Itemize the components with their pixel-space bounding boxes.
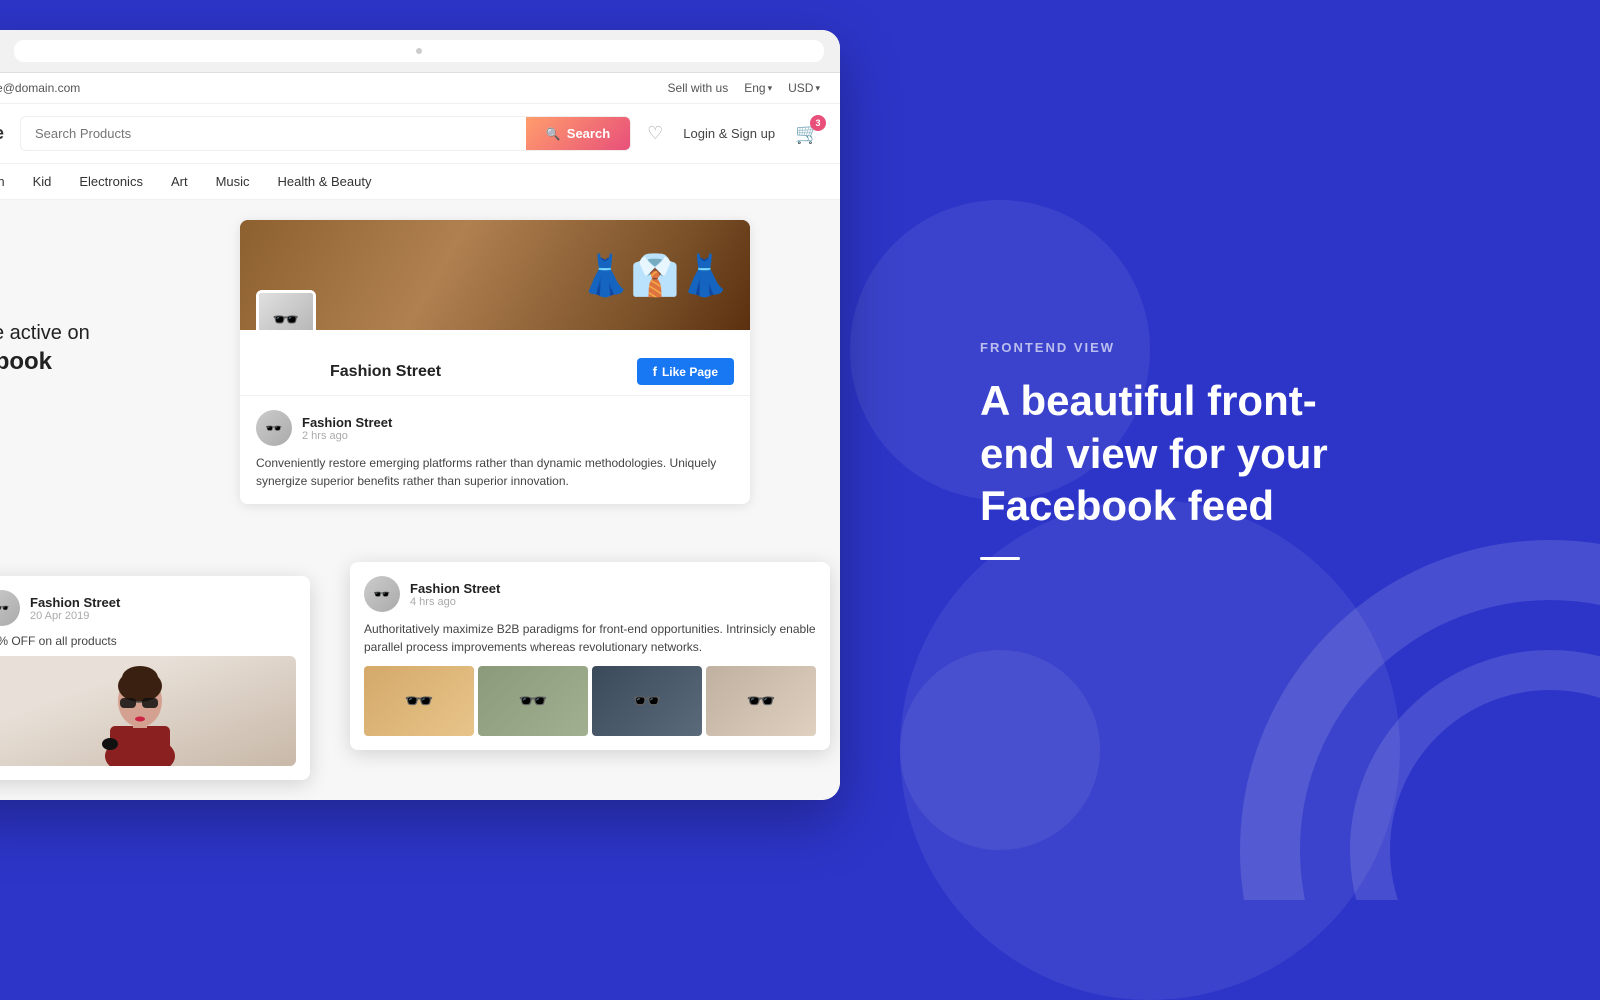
floating-post-2-avatar: 🕶️	[364, 576, 400, 612]
fb-profile-picture: 🕶️	[256, 290, 316, 330]
post-1-time: 2 hrs ago	[302, 430, 392, 442]
store-nav: Women Kid Electronics Art Music Health &…	[0, 164, 840, 200]
post-1-text: Conveniently restore emerging platforms …	[256, 454, 734, 490]
discount-text: 50% OFF on all products	[0, 634, 296, 648]
cart-badge: 3	[810, 115, 826, 131]
wishlist-icon[interactable]: ♡	[647, 123, 663, 144]
browser-area: johndoe@domain.com Sell with us Eng ▾ US…	[0, 0, 900, 900]
facebook-icon: f	[653, 364, 657, 379]
search-wrapper: 🔍 Search	[20, 116, 631, 151]
wave-decoration	[1200, 500, 1600, 900]
nav-item-women[interactable]: Women	[0, 174, 5, 189]
topbar-right: Sell with us Eng ▾ USD ▾	[668, 81, 820, 95]
right-panel: FRONTEND VIEW A beautiful front-end view…	[900, 0, 1600, 900]
language-selector[interactable]: Eng ▾	[744, 81, 772, 95]
post-1-author: Fashion Street	[302, 415, 392, 430]
floating-post-2-text: Authoritatively maximize B2B paradigms f…	[364, 620, 816, 656]
header-right: ♡ Login & Sign up 🛒 3	[647, 121, 820, 146]
store-header: store 🔍 Search ♡ Login & Sign up 🛒 3	[0, 104, 840, 164]
floating-post-1-avatar: 🕶️	[0, 590, 20, 626]
divider-line	[980, 557, 1020, 560]
floating-post-card-1: 🕶️ Fashion Street 20 Apr 2019 50% OFF on…	[0, 576, 310, 780]
search-icon: 🔍	[546, 127, 561, 141]
cart-wrapper[interactable]: 🛒 3	[795, 121, 820, 146]
post-image-2: 🕶️	[478, 666, 588, 736]
topbar-email: johndoe@domain.com	[0, 81, 80, 95]
sunglasses-icon: 🕶️	[272, 307, 299, 330]
fb-profile-inner: 🕶️	[259, 293, 313, 330]
browser-window: johndoe@domain.com Sell with us Eng ▾ US…	[0, 30, 840, 800]
clothing-rack-illustration: 👗👔👗	[240, 220, 750, 330]
woman-illustration	[0, 656, 296, 766]
store-logo: store	[0, 123, 4, 144]
url-dot	[416, 48, 422, 54]
facebook-widget: 👗👔👗 🕶️ Fashion Street f Like Page	[240, 220, 750, 504]
post-1-meta: Fashion Street 2 hrs ago	[302, 415, 392, 442]
fb-like-button[interactable]: f Like Page	[637, 358, 734, 385]
lang-chevron-icon: ▾	[768, 83, 773, 94]
nav-item-art[interactable]: Art	[171, 174, 188, 189]
sell-with-us-link[interactable]: Sell with us	[668, 81, 729, 95]
search-input[interactable]	[21, 118, 526, 149]
frontend-view-label: FRONTEND VIEW	[980, 340, 1520, 355]
store-topbar: johndoe@domain.com Sell with us Eng ▾ US…	[0, 73, 840, 104]
fb-cover-photo: 👗👔👗 🕶️	[240, 220, 750, 330]
floating-post-2-author: Fashion Street	[410, 581, 500, 596]
search-button[interactable]: 🔍 Search	[526, 117, 630, 150]
nav-item-kid[interactable]: Kid	[33, 174, 52, 189]
floating-post-2-header: 🕶️ Fashion Street 4 hrs ago	[364, 576, 816, 612]
post-image-3: 🕶️	[592, 666, 702, 736]
facebook-active-label: We are active on Facebook	[0, 320, 90, 377]
floating-post-2-time: 4 hrs ago	[410, 596, 500, 608]
floating-post-card-2: 🕶️ Fashion Street 4 hrs ago Authoritativ…	[350, 562, 830, 750]
floating-post-1-meta: Fashion Street 20 Apr 2019	[30, 595, 120, 622]
fb-page-info: Fashion Street f Like Page	[240, 330, 750, 395]
post-image-1: 🕶️	[364, 666, 474, 736]
post-1-avatar: 🕶️	[256, 410, 292, 446]
floating-post-2-meta: Fashion Street 4 hrs ago	[410, 581, 500, 608]
currency-chevron-icon: ▾	[815, 83, 820, 94]
login-link[interactable]: Login & Sign up	[683, 126, 775, 141]
floating-post-1-header: 🕶️ Fashion Street 20 Apr 2019	[0, 590, 296, 626]
post-image-4: 🕶️	[706, 666, 816, 736]
nav-item-electronics[interactable]: Electronics	[79, 174, 143, 189]
floating-post-1-date: 20 Apr 2019	[30, 610, 120, 622]
fb-page-name: Fashion Street	[330, 363, 441, 381]
post-1-header: 🕶️ Fashion Street 2 hrs ago	[256, 410, 734, 446]
store-content: We are active on Facebook 👗👔👗 🕶️	[0, 200, 840, 800]
browser-topbar	[0, 30, 840, 73]
post-images-grid: 🕶️ 🕶️ 🕶️ 🕶️	[364, 666, 816, 736]
floating-post-1-author: Fashion Street	[30, 595, 120, 610]
nav-item-health-beauty[interactable]: Health & Beauty	[278, 174, 372, 189]
nav-item-music[interactable]: Music	[216, 174, 250, 189]
currency-selector[interactable]: USD ▾	[788, 81, 820, 95]
woman-photo	[0, 656, 296, 766]
fb-post-1: 🕶️ Fashion Street 2 hrs ago Conveniently…	[240, 395, 750, 504]
browser-url-bar	[14, 40, 824, 62]
